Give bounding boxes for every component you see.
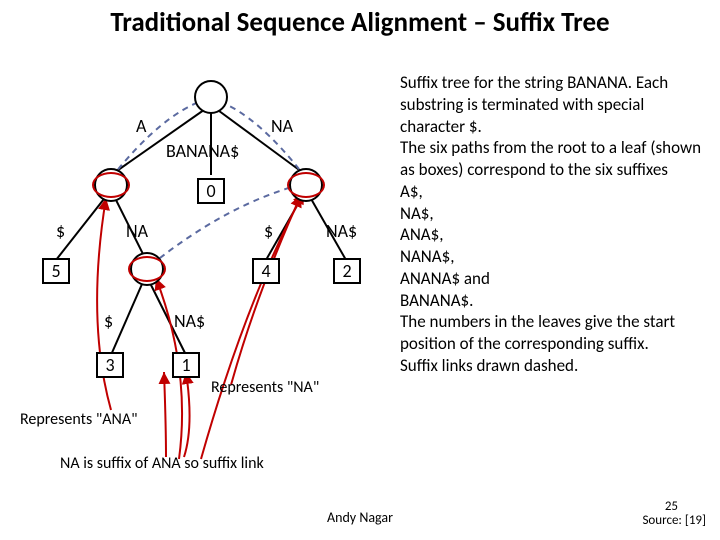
node-a xyxy=(94,168,128,202)
leaf-5: 5 xyxy=(42,258,70,284)
page-number: 25 xyxy=(665,499,678,514)
desc-p4: Suffix links drawn dashed. xyxy=(400,355,578,376)
suffix-1: A$, xyxy=(400,181,423,202)
node-na xyxy=(289,168,323,202)
leaf-1: 1 xyxy=(172,352,200,378)
suffix-6: BANANA$. xyxy=(400,290,473,311)
edge-banana: BANANA$ xyxy=(166,140,239,162)
desc-p1: Suffix tree for the string BANANA. Each … xyxy=(400,72,668,137)
edge-a: A xyxy=(136,115,146,137)
ann-represents-na: Represents "NA" xyxy=(211,378,319,397)
footer-author: Andy Nagar xyxy=(0,509,720,526)
desc-p3: The numbers in the leaves give the start… xyxy=(400,311,675,354)
leaf-3: 3 xyxy=(96,352,124,378)
suffix-4: NANA$, xyxy=(400,246,454,267)
leaf-2: 2 xyxy=(333,258,361,284)
edge-ana-dollar: $ xyxy=(104,310,113,332)
edge-a-dollar: $ xyxy=(56,220,65,242)
edge-na-na: NA$ xyxy=(326,220,357,242)
edge-a-na: NA xyxy=(126,220,148,242)
suffix-5: ANANA$ and xyxy=(400,268,490,289)
ann-represents-ana: Represents "ANA" xyxy=(20,410,137,429)
page-title: Traditional Sequence Alignment – Suffix … xyxy=(0,6,720,39)
desc-p2: The six paths from the root to a leaf (s… xyxy=(400,137,701,180)
description-text: Suffix tree for the string BANANA. Each … xyxy=(400,72,705,377)
node-ana xyxy=(130,252,164,286)
suffix-3: ANA$, xyxy=(400,224,444,245)
leaf-0: 0 xyxy=(197,178,225,204)
slide: Traditional Sequence Alignment – Suffix … xyxy=(0,0,720,540)
edge-ana-na: NA$ xyxy=(174,310,205,332)
suffix-2: NA$, xyxy=(400,203,434,224)
suffix-tree-diagram: 0 5 4 2 3 1 A BANANA$ NA $ NA $ NA$ $ NA… xyxy=(16,60,396,480)
ann-suffix-link: NA is suffix of ANA so suffix link xyxy=(60,454,264,473)
edge-na-dollar: $ xyxy=(264,220,273,242)
footer-source: Source: [19] xyxy=(642,513,706,528)
root-node xyxy=(194,80,228,114)
edge-na: NA xyxy=(271,115,293,137)
leaf-4: 4 xyxy=(252,258,280,284)
